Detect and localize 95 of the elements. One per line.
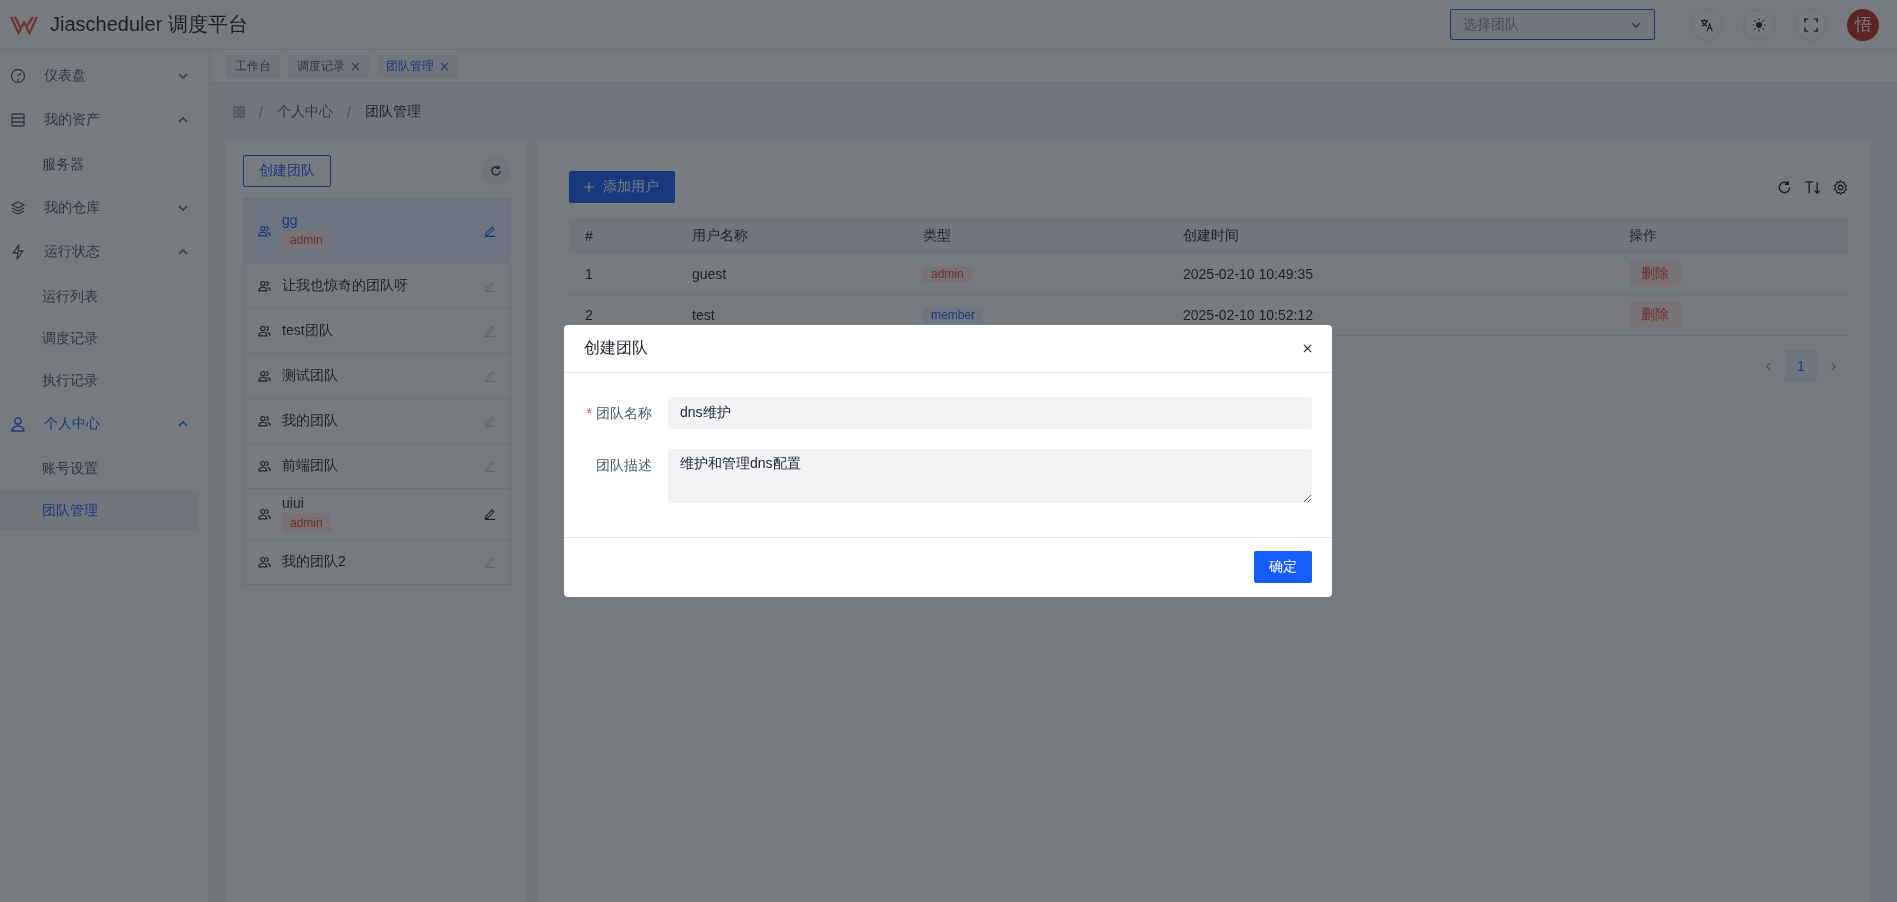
lightning-icon <box>10 244 26 260</box>
users-icon <box>258 556 271 568</box>
user-icon <box>10 416 26 432</box>
list-icon <box>10 112 26 128</box>
team-item[interactable]: 我的团队 <box>244 399 510 444</box>
role-tag: admin <box>282 513 331 533</box>
logo-icon <box>10 14 38 35</box>
chevron-right-icon[interactable] <box>1829 361 1838 371</box>
column-header: 类型 <box>922 227 952 245</box>
breadcrumb-separator: / <box>259 104 263 120</box>
team-name: test团队 <box>282 322 333 340</box>
users-icon <box>258 325 271 337</box>
team-item[interactable]: 测试团队 <box>244 354 510 399</box>
team-name: 让我也惊奇的团队呀 <box>282 277 408 295</box>
edit-icon[interactable] <box>484 508 496 520</box>
fullscreen-button[interactable] <box>1795 8 1827 41</box>
type-tag: admin <box>923 266 972 282</box>
team-name: uiui <box>282 495 304 511</box>
field-label: 团队描述 <box>596 457 652 473</box>
add-user-button[interactable]: 添加用户 <box>569 171 675 203</box>
chevron-left-icon[interactable] <box>1764 361 1773 371</box>
breadcrumb-item[interactable]: 个人中心 <box>276 103 333 121</box>
nav-item[interactable]: 执行记录 <box>0 360 199 400</box>
team-item[interactable]: 前端团队 <box>244 444 510 489</box>
team-item[interactable]: uiui admin <box>244 489 510 540</box>
users-icon <box>258 280 271 292</box>
users-icon <box>258 508 271 520</box>
team-name: 我的团队 <box>282 412 338 430</box>
users-icon <box>258 415 271 427</box>
nav-item[interactable]: 账号设置 <box>0 448 199 488</box>
field-label: 团队名称 <box>596 405 652 421</box>
sun-icon <box>1752 17 1766 32</box>
breadcrumb-separator: / <box>346 104 351 120</box>
required-mark: * <box>586 405 592 421</box>
nav-item[interactable]: 运行列表 <box>0 276 199 316</box>
confirm-button[interactable]: 确定 <box>1254 551 1312 583</box>
team-item[interactable]: gg admin <box>244 199 510 264</box>
team-item[interactable]: 让我也惊奇的团队呀 <box>244 264 510 309</box>
plus-icon <box>583 181 595 193</box>
dialog-title: 创建团队 <box>584 338 648 358</box>
nav-group[interactable]: 我的资产 <box>0 98 209 142</box>
translate-button[interactable] <box>1691 8 1723 41</box>
type-tag: member <box>923 307 983 323</box>
table-cell-text: 2025-02-10 10:52:12 <box>1182 307 1314 323</box>
table-cell-text: guest <box>691 266 728 282</box>
user-avatar[interactable]: 悟 <box>1847 8 1879 41</box>
nav-group[interactable]: 我的仓库 <box>0 186 209 230</box>
team-name: 我的团队2 <box>282 553 346 571</box>
refresh-icon <box>490 165 502 177</box>
table-cell-text: 1 <box>584 266 594 282</box>
settings-icon[interactable] <box>1833 179 1848 195</box>
table-cell-text: test <box>691 307 716 323</box>
apps-icon[interactable] <box>233 106 245 118</box>
table-cell-text: 2 <box>584 307 594 323</box>
input-field[interactable]: dns维护 <box>668 397 1312 429</box>
column-header: # <box>584 228 594 244</box>
breadcrumb-item[interactable]: 团队管理 <box>364 103 421 121</box>
team-name: 测试团队 <box>282 367 338 385</box>
layers-icon <box>10 200 26 216</box>
theme-button[interactable] <box>1743 8 1775 41</box>
team-name: gg <box>282 212 298 228</box>
table-cell-text: 2025-02-10 10:49:35 <box>1182 266 1314 282</box>
dashboard-icon <box>10 68 26 84</box>
role-tag: admin <box>282 230 331 250</box>
refresh-icon[interactable] <box>1777 179 1792 195</box>
page-tab[interactable]: 工作台 <box>226 54 280 78</box>
nav-group[interactable]: 运行状态 <box>0 230 209 274</box>
users-icon <box>258 460 271 472</box>
delete-button[interactable]: 删除 <box>1629 261 1681 287</box>
page-tab[interactable]: 团队管理 <box>377 54 458 78</box>
textarea-field[interactable]: 维护和管理dns配置 <box>668 449 1312 503</box>
nav-item[interactable]: 服务器 <box>0 144 199 184</box>
close-icon[interactable] <box>1303 344 1312 353</box>
column-header: 用户名称 <box>691 227 749 245</box>
team-item[interactable]: test团队 <box>244 309 510 354</box>
column-header: 操作 <box>1628 227 1658 245</box>
translate-icon <box>1700 17 1714 32</box>
nav-item[interactable]: 调度记录 <box>0 318 199 358</box>
users-icon <box>258 370 271 382</box>
nav-group[interactable]: 个人中心 <box>0 402 209 446</box>
page-tab[interactable]: 调度记录 <box>288 54 369 78</box>
nav-group[interactable]: 仪表盘 <box>0 54 209 98</box>
create-team-button[interactable]: 创建团队 <box>243 155 331 187</box>
edit-icon[interactable] <box>484 225 496 237</box>
team-name: 前端团队 <box>282 457 338 475</box>
fullscreen-icon <box>1804 17 1818 32</box>
row-height-icon[interactable] <box>1804 179 1821 195</box>
app-title: Jiascheduler 调度平台 <box>50 12 248 37</box>
page-button[interactable]: 1 <box>1785 350 1817 382</box>
column-header: 创建时间 <box>1182 227 1240 245</box>
team-item[interactable]: 我的团队2 <box>244 540 510 584</box>
users-icon <box>258 225 271 237</box>
delete-button[interactable]: 删除 <box>1629 302 1681 328</box>
nav-item[interactable]: 团队管理 <box>0 490 199 530</box>
refresh-button[interactable] <box>481 156 511 186</box>
